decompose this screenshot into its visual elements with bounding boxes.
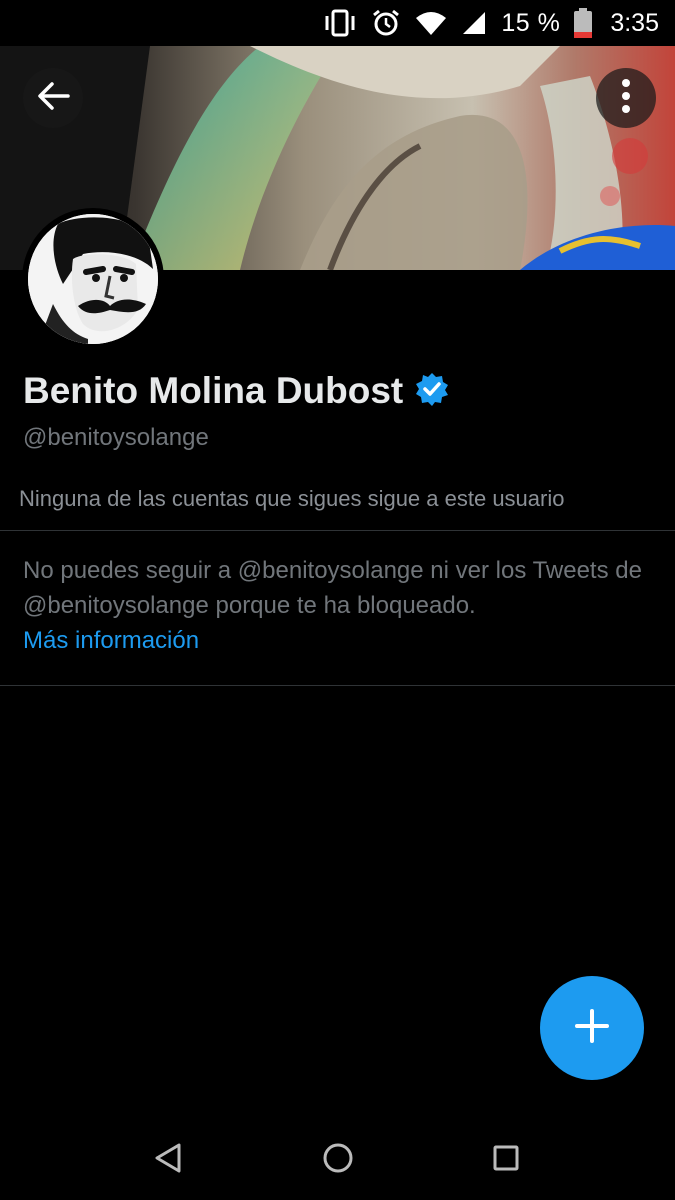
- arrow-left-icon: [36, 81, 70, 116]
- blocked-notice: No puedes seguir a @benitoysolange ni ve…: [23, 553, 663, 658]
- avatar[interactable]: [22, 208, 164, 350]
- compose-tweet-button[interactable]: [540, 976, 644, 1080]
- divider: [0, 685, 675, 686]
- system-nav-bar: [0, 1110, 675, 1200]
- nav-recents-button[interactable]: [484, 1138, 528, 1182]
- nav-back-icon: [153, 1142, 183, 1179]
- battery-percent: 15 %: [501, 8, 561, 37]
- battery-icon: [574, 8, 593, 38]
- plus-icon: [574, 1008, 610, 1049]
- status-bar: 15 % 3:35: [0, 0, 675, 46]
- divider: [0, 530, 675, 531]
- verified-badge-icon: [415, 372, 449, 411]
- more-options-button[interactable]: [596, 68, 656, 128]
- learn-more-link[interactable]: Más información: [23, 623, 663, 658]
- cell-signal-icon: [461, 10, 487, 36]
- profile-name-row: Benito Molina Dubost: [23, 370, 449, 412]
- nav-recents-icon: [492, 1144, 520, 1177]
- wifi-icon: [415, 10, 447, 36]
- back-button[interactable]: [23, 68, 83, 128]
- vibrate-icon: [323, 9, 357, 37]
- nav-home-icon: [322, 1142, 354, 1179]
- nav-back-button[interactable]: [146, 1138, 190, 1182]
- blocked-message: No puedes seguir a @benitoysolange ni ve…: [23, 557, 642, 619]
- display-name: Benito Molina Dubost: [23, 370, 404, 411]
- more-vertical-icon: [621, 78, 631, 118]
- followers-you-know-note: Ninguna de las cuentas que sigues sigue …: [19, 486, 565, 511]
- alarm-icon: [371, 8, 401, 38]
- clock: 3:35: [610, 8, 659, 37]
- profile-handle: @benitoysolange: [23, 424, 209, 451]
- nav-home-button[interactable]: [316, 1138, 360, 1182]
